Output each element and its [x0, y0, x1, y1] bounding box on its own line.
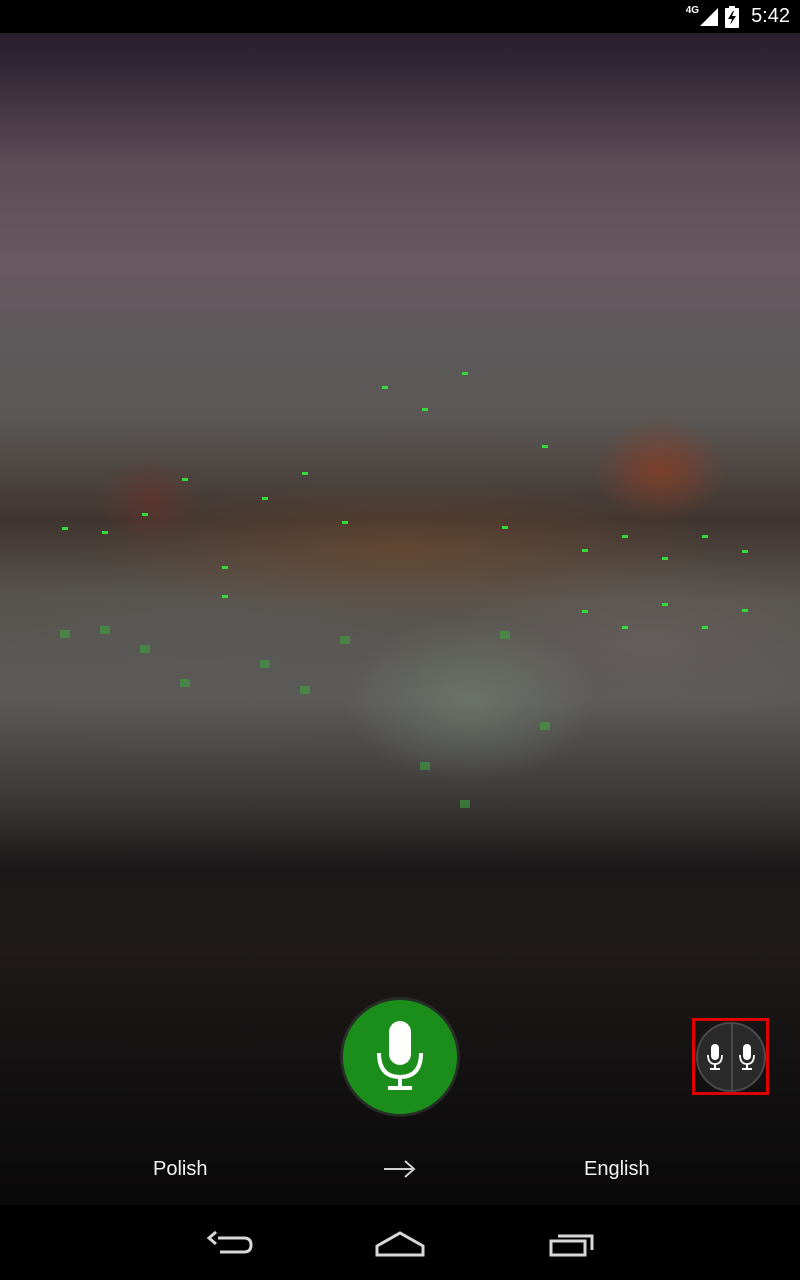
microphone-icon	[377, 1021, 423, 1090]
signal-icon	[700, 7, 719, 26]
tracking-point	[502, 526, 508, 529]
tracking-point	[140, 645, 150, 653]
tracking-point	[500, 631, 510, 639]
tracking-point	[742, 550, 748, 553]
tracking-point	[222, 595, 228, 598]
home-button[interactable]	[375, 1230, 425, 1263]
home-icon	[375, 1231, 425, 1257]
conversation-mode-circle	[695, 1021, 766, 1092]
tracking-point	[180, 679, 190, 687]
tracking-point	[300, 686, 310, 694]
tracking-point	[420, 762, 430, 770]
battery-charging-icon	[725, 5, 740, 28]
right-arrow-icon	[384, 1160, 416, 1178]
navigation-bar	[0, 1205, 800, 1280]
tracking-point	[62, 527, 68, 530]
tracking-point	[460, 800, 470, 808]
tracking-point	[182, 478, 188, 481]
tracking-point	[302, 472, 308, 475]
tracking-point	[340, 636, 350, 644]
conversation-mode-button[interactable]	[692, 1018, 769, 1095]
recent-apps-button[interactable]	[548, 1230, 596, 1263]
tracking-point	[622, 535, 628, 538]
tracking-point	[102, 531, 108, 534]
swap-languages-button[interactable]	[383, 1158, 417, 1185]
tracking-point	[622, 626, 628, 629]
tracking-point	[742, 609, 748, 612]
tracking-point	[702, 535, 708, 538]
tracking-point	[540, 722, 550, 730]
tracking-point	[462, 372, 468, 375]
recent-apps-icon	[549, 1234, 594, 1257]
tracking-point	[342, 521, 348, 524]
tracking-point	[662, 557, 668, 560]
tracking-point	[382, 386, 388, 389]
source-language-button[interactable]: Polish	[153, 1158, 207, 1181]
mic-button[interactable]	[341, 998, 459, 1116]
back-icon	[206, 1230, 253, 1254]
status-bar: 4G 5:42	[0, 0, 800, 33]
tracking-point	[702, 626, 708, 629]
tracking-point	[262, 497, 268, 500]
back-button[interactable]	[206, 1230, 254, 1263]
tracking-point	[60, 630, 70, 638]
target-language-button[interactable]: English	[584, 1158, 650, 1181]
tracking-point	[100, 626, 110, 634]
network-type: 4G	[685, 5, 700, 16]
tracking-point	[142, 513, 148, 516]
tracking-point	[582, 610, 588, 613]
tracking-point	[260, 660, 270, 668]
tracking-point	[542, 445, 548, 448]
tracking-point	[582, 549, 588, 552]
conversation-divider	[730, 1023, 733, 1090]
tracking-point	[422, 408, 428, 411]
tracking-point	[662, 603, 668, 606]
tracking-point	[222, 566, 228, 569]
clock: 5:42	[751, 5, 790, 27]
